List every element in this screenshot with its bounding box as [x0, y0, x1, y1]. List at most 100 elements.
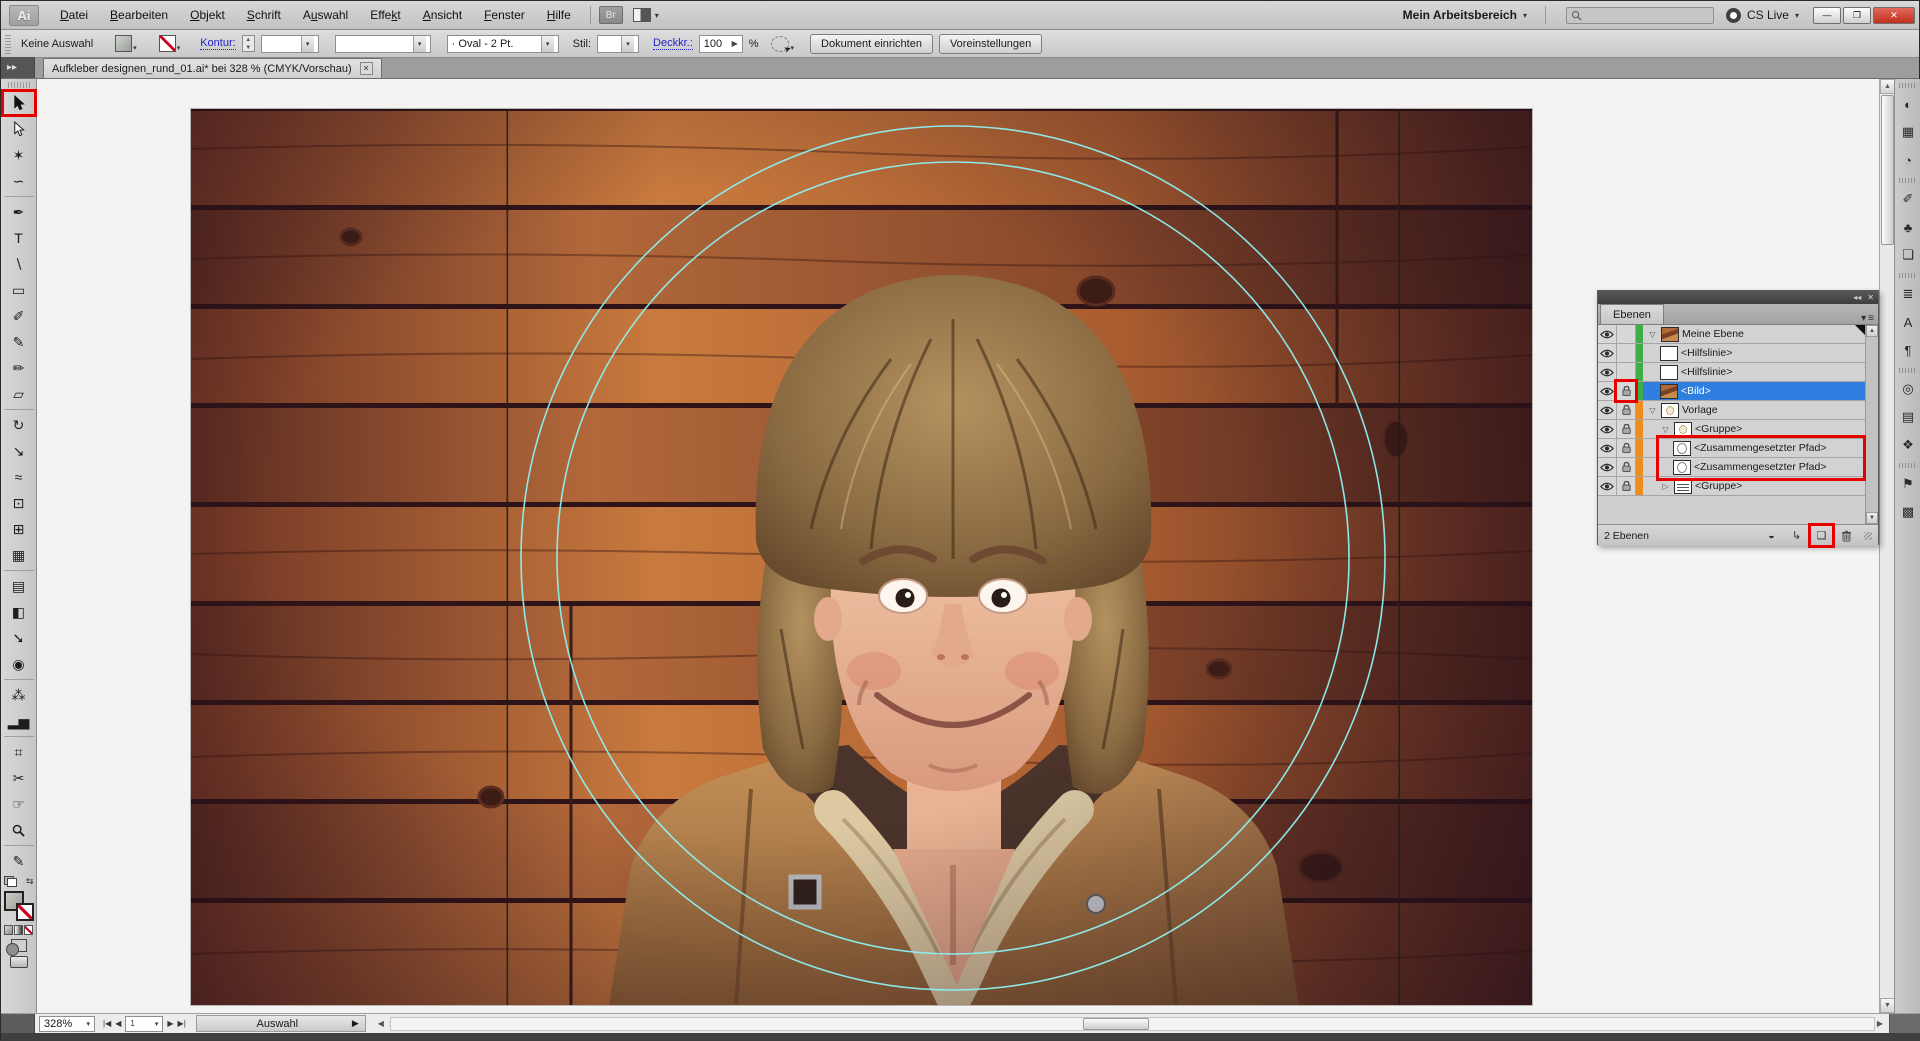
preferences-button[interactable]: Voreinstellungen	[939, 34, 1042, 54]
tab-ebenen[interactable]: Ebenen	[1600, 304, 1664, 324]
hand-tool[interactable]: ☞	[2, 791, 36, 817]
symbols-panel-icon[interactable]: ♣	[1896, 215, 1920, 239]
menu-item-hilfe[interactable]: Hilfe	[536, 1, 582, 30]
disclosure-open-icon[interactable]: ▽	[1660, 425, 1671, 434]
layer-lock-toggle[interactable]	[1617, 458, 1636, 476]
layer-visibility-toggle[interactable]	[1598, 363, 1617, 381]
disclosure-open-icon[interactable]: ▽	[1647, 406, 1658, 415]
cs-live-menu[interactable]: CS Live ▾	[1726, 8, 1799, 23]
rotate-tool[interactable]: ↻	[2, 412, 36, 438]
opacity-link[interactable]: Deckkr.:	[653, 37, 693, 50]
layer-visibility-toggle[interactable]	[1598, 439, 1617, 457]
dock-gripper[interactable]	[1899, 273, 1917, 278]
stroke-proxy-swatch[interactable]	[16, 903, 34, 921]
swatches-panel-icon[interactable]: ▦	[1896, 120, 1920, 144]
vertical-scrollbar-thumb[interactable]	[1881, 95, 1894, 245]
layer-visibility-toggle[interactable]	[1598, 325, 1617, 343]
panel-gripper[interactable]	[5, 34, 11, 54]
eyedropper-tool[interactable]: ➘	[2, 625, 36, 651]
stroke-weight-link[interactable]: Kontur:	[200, 37, 235, 50]
layer-row[interactable]: <Hilfslinie>○	[1598, 363, 1878, 382]
document-setup-button[interactable]: Dokument einrichten	[810, 34, 933, 54]
screen-mode-button[interactable]	[10, 956, 28, 968]
dock-gripper[interactable]	[1899, 463, 1917, 468]
menu-item-auswahl[interactable]: Auswahl	[292, 1, 359, 30]
dock-gripper[interactable]	[1899, 368, 1917, 373]
horizontal-scrollbar[interactable]	[390, 1017, 1875, 1031]
menu-item-objekt[interactable]: Objekt	[179, 1, 236, 30]
layer-lock-toggle[interactable]	[1617, 477, 1636, 495]
layer-visibility-toggle[interactable]	[1598, 344, 1617, 362]
horizontal-scrollbar-thumb[interactable]	[1083, 1018, 1149, 1030]
canvas[interactable]	[37, 79, 1879, 1013]
zoom-tool[interactable]	[2, 817, 36, 843]
layer-row[interactable]: <Bild>○	[1598, 382, 1878, 401]
menu-item-datei[interactable]: Datei	[49, 1, 99, 30]
first-page-button[interactable]: |◀	[103, 1019, 111, 1028]
transform-panel-icon[interactable]: ▩	[1896, 500, 1920, 524]
blend-tool[interactable]: ◉	[2, 651, 36, 677]
minimize-button[interactable]: —	[1813, 7, 1841, 24]
transparency-panel-icon[interactable]: ◎	[1896, 377, 1920, 401]
panel-resize-grip[interactable]	[1864, 532, 1872, 540]
slice-tool[interactable]: ✂	[2, 765, 36, 791]
graphic-styles-panel-icon[interactable]: ❏	[1896, 243, 1920, 267]
next-page-button[interactable]: ▶	[167, 1019, 173, 1028]
vertical-scrollbar[interactable]: ▲ ▼	[1879, 79, 1894, 1013]
drawing-mode-button[interactable]	[11, 939, 27, 952]
tab-overflow-button[interactable]: ▸▸	[1, 57, 35, 78]
dock-gripper[interactable]	[1899, 178, 1917, 183]
stroke-weight-combo[interactable]: ▾	[261, 35, 319, 53]
shape-builder-tool[interactable]: ⊞	[2, 516, 36, 542]
layer-visibility-toggle[interactable]	[1598, 477, 1617, 495]
scroll-right-icon[interactable]: ▶	[1877, 1019, 1883, 1028]
swap-fill-stroke-icon[interactable]: ⇆	[26, 876, 34, 887]
align-panel-icon[interactable]: ⚑	[1896, 472, 1920, 496]
arrange-documents-button[interactable]: ▾	[633, 8, 659, 22]
prev-page-button[interactable]: ◀	[115, 1019, 121, 1028]
scroll-up-icon[interactable]: ▲	[1866, 325, 1878, 337]
isolation-mode-control[interactable]: ▾	[771, 36, 795, 52]
character-panel-icon[interactable]: A	[1896, 310, 1920, 334]
pathfinder-panel-icon[interactable]: ❖	[1896, 433, 1920, 457]
artboard-tool[interactable]: ⌗	[2, 739, 36, 765]
collapse-panel-icon[interactable]: ◂◂	[1853, 293, 1861, 302]
symbol-sprayer-tool[interactable]: ⁂	[2, 682, 36, 708]
layer-lock-toggle[interactable]	[1617, 363, 1636, 381]
layer-lock-toggle[interactable]	[1617, 325, 1636, 343]
make-clip-mask-button[interactable]: ◒	[1762, 527, 1781, 544]
blob-brush-tool[interactable]: ✏	[2, 355, 36, 381]
scroll-down-icon[interactable]: ▼	[1880, 998, 1895, 1013]
layer-row[interactable]: ▽Meine Ebene○	[1598, 325, 1878, 344]
menu-item-schrift[interactable]: Schrift	[236, 1, 292, 30]
last-page-button[interactable]: ▶|	[178, 1019, 186, 1028]
new-layer-button[interactable]: ❏	[1812, 527, 1831, 544]
menu-item-ansicht[interactable]: Ansicht	[412, 1, 473, 30]
magic-wand-tool[interactable]: ✶	[2, 142, 36, 168]
fill-color-control[interactable]: ▾	[115, 35, 137, 52]
type-tool[interactable]: T	[2, 225, 36, 251]
layer-lock-toggle[interactable]	[1617, 382, 1636, 400]
gradient-panel-icon[interactable]: ▤	[1896, 405, 1920, 429]
direct-selection-tool[interactable]	[2, 116, 36, 142]
paragraph-panel-icon[interactable]: ¶	[1896, 338, 1920, 362]
color-panel-icon[interactable]: ◐	[1896, 92, 1920, 116]
stroke-panel-icon[interactable]: ≣	[1896, 282, 1920, 306]
width-tool[interactable]: ≈	[2, 464, 36, 490]
pencil-tool[interactable]: ✎	[2, 329, 36, 355]
brushes-panel-icon[interactable]: ✐	[1896, 187, 1920, 211]
scroll-down-icon[interactable]: ▼	[1866, 512, 1878, 524]
eraser-tool[interactable]: ▱	[2, 381, 36, 407]
close-panel-icon[interactable]: ✕	[1867, 293, 1874, 302]
variable-width-combo[interactable]: ▾	[335, 35, 431, 53]
layer-row[interactable]: <Hilfslinie>○	[1598, 344, 1878, 363]
panel-menu-icon[interactable]: ▾ ≡	[1861, 313, 1874, 324]
workspace-switcher[interactable]: Mein Arbeitsbereich ▾	[1393, 8, 1537, 22]
close-tab-icon[interactable]: ✕	[360, 62, 373, 75]
fill-swatch[interactable]	[115, 35, 132, 52]
fill-stroke-proxy[interactable]	[4, 891, 34, 921]
page-number-select[interactable]: 1 ▾	[125, 1016, 163, 1032]
document-tab[interactable]: Aufkleber designen_rund_01.ai* bei 328 %…	[43, 58, 382, 78]
close-button[interactable]: ✕	[1873, 7, 1915, 24]
paintbrush-tool[interactable]: ✐	[2, 303, 36, 329]
